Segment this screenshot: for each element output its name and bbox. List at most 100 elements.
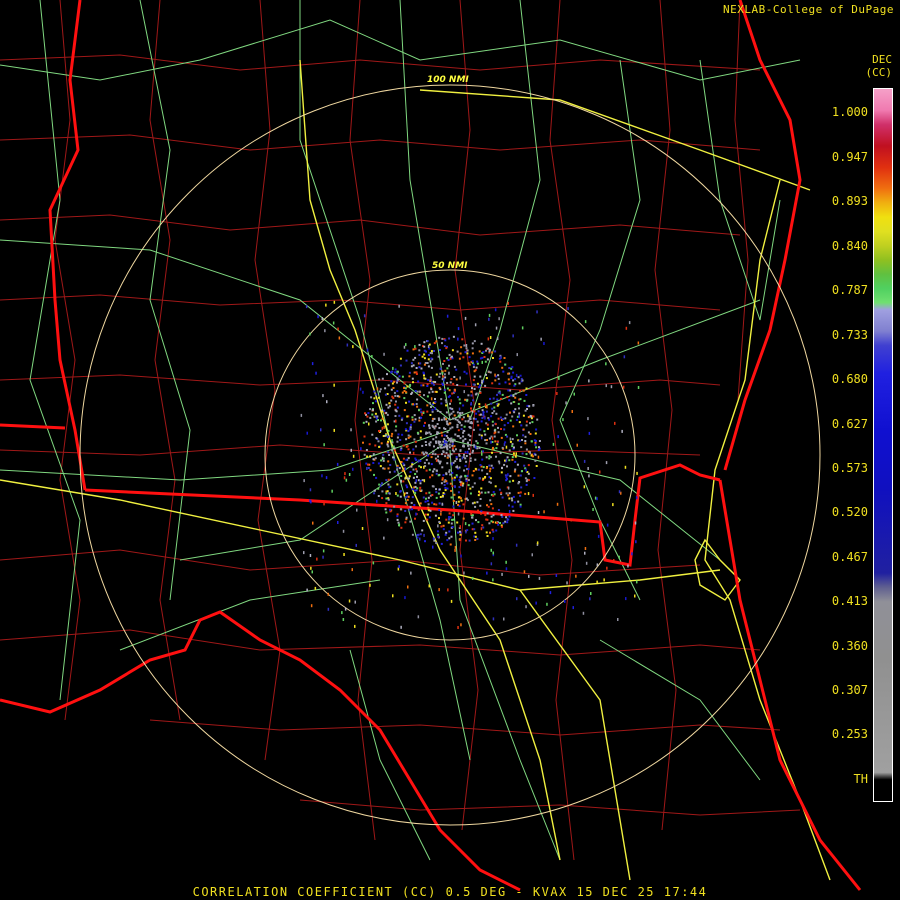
radar-return-pixel: [445, 347, 448, 350]
radar-return-pixel: [386, 413, 389, 416]
radar-return-pixel: [500, 428, 502, 430]
radar-return-pixel: [495, 447, 498, 450]
radar-return-pixel: [583, 485, 586, 489]
radar-return-pixel: [506, 465, 508, 468]
radar-return-pixel: [637, 341, 640, 345]
radar-return-pixel: [481, 381, 483, 384]
radar-return-pixel: [493, 429, 496, 432]
legend-label: 0.680: [831, 372, 868, 386]
radar-return-pixel: [472, 363, 475, 366]
radar-return-pixel: [389, 464, 392, 466]
radar-return-pixel: [406, 486, 409, 489]
radar-return-pixel: [454, 418, 457, 421]
radar-return-pixel: [448, 422, 451, 425]
radar-return-pixel: [491, 351, 494, 354]
radar-return-pixel: [494, 350, 497, 353]
radar-return-pixel: [497, 377, 500, 380]
radar-return-pixel: [448, 446, 451, 449]
radar-return-pixel: [449, 543, 452, 546]
radar-return-pixel: [439, 446, 442, 449]
radar-return-pixel: [519, 398, 522, 401]
radar-return-pixel: [582, 611, 585, 615]
radar-return-pixel: [476, 501, 479, 504]
radar-return-pixel: [443, 480, 446, 483]
radar-return-pixel: [413, 371, 416, 374]
radar-return-pixel: [400, 625, 402, 629]
radar-return-pixel: [567, 307, 569, 311]
radar-return-pixel: [399, 495, 402, 498]
radar-return-pixel: [315, 371, 317, 375]
radar-return-pixel: [555, 574, 558, 577]
radar-return-pixel: [428, 442, 431, 445]
radar-return-pixel: [386, 518, 389, 522]
radar-return-pixel: [456, 423, 459, 426]
radar-return-pixel: [518, 414, 520, 418]
radar-return-pixel: [491, 424, 494, 427]
radar-return-pixel: [456, 426, 459, 429]
radar-return-pixel: [462, 431, 465, 434]
radar-return-pixel: [378, 378, 381, 381]
radar-return-pixel: [450, 453, 453, 456]
radar-return-pixel: [495, 412, 498, 415]
radar-return-pixel: [422, 519, 425, 522]
radar-return-pixel: [482, 410, 484, 414]
radar-return-pixel: [404, 521, 407, 524]
radar-return-pixel: [460, 623, 462, 627]
radar-return-pixel: [515, 452, 517, 456]
radar-return-pixel: [498, 488, 501, 491]
radar-return-pixel: [348, 473, 351, 476]
radar-return-pixel: [459, 497, 462, 500]
radar-return-pixel: [507, 389, 510, 392]
radar-return-pixel: [471, 352, 474, 355]
radar-return-pixel: [398, 375, 401, 378]
radar-return-pixel: [324, 329, 326, 333]
radar-return-pixel: [488, 437, 491, 440]
radar-return-pixel: [367, 467, 370, 469]
radar-return-pixel: [488, 464, 491, 467]
radar-return-pixel: [482, 466, 485, 469]
radar-return-pixel: [453, 476, 456, 479]
radar-return-pixel: [428, 424, 431, 427]
radar-return-pixel: [457, 496, 460, 499]
radar-return-pixel: [592, 508, 594, 511]
radar-return-pixel: [375, 420, 378, 423]
radar-return-pixel: [476, 447, 479, 450]
radar-return-pixel: [436, 409, 439, 412]
radar-return-pixel: [322, 549, 325, 553]
radar-return-pixel: [419, 482, 422, 485]
radar-return-pixel: [378, 430, 380, 432]
radar-return-pixel: [391, 449, 394, 452]
radar-return-pixel: [443, 389, 446, 391]
legend-label: 0.467: [831, 550, 868, 564]
radar-return-pixel: [442, 383, 444, 386]
radar-return-pixel: [387, 429, 390, 432]
radar-return-pixel: [538, 446, 540, 449]
radar-return-pixel: [456, 411, 459, 414]
radar-return-pixel: [379, 465, 382, 468]
radar-return-pixel: [381, 410, 384, 413]
radar-return-pixel: [427, 365, 430, 368]
radar-return-pixel: [449, 440, 452, 443]
radar-return-pixel: [570, 518, 572, 522]
radar-return-pixel: [415, 468, 418, 471]
radar-return-pixel: [452, 461, 455, 464]
radar-return-pixel: [596, 497, 598, 501]
radar-return-pixel: [488, 418, 491, 421]
radar-return-pixel: [451, 518, 454, 521]
radar-return-pixel: [440, 509, 443, 512]
radar-return-pixel: [441, 453, 443, 456]
radar-return-pixel: [423, 533, 425, 537]
radar-return-pixel: [625, 326, 628, 330]
radar-return-pixel: [394, 415, 397, 417]
radar-return-pixel: [485, 377, 488, 380]
radar-return-pixel: [438, 517, 440, 520]
radar-return-pixel: [423, 353, 426, 356]
radar-return-pixel: [439, 496, 442, 498]
radar-return-pixel: [411, 533, 414, 536]
radar-return-pixel: [470, 394, 473, 397]
radar-return-pixel: [499, 360, 502, 363]
radar-return-pixel: [377, 440, 380, 443]
radar-return-pixel: [491, 412, 494, 414]
radar-return-pixel: [478, 405, 481, 408]
radar-return-pixel: [465, 372, 468, 375]
